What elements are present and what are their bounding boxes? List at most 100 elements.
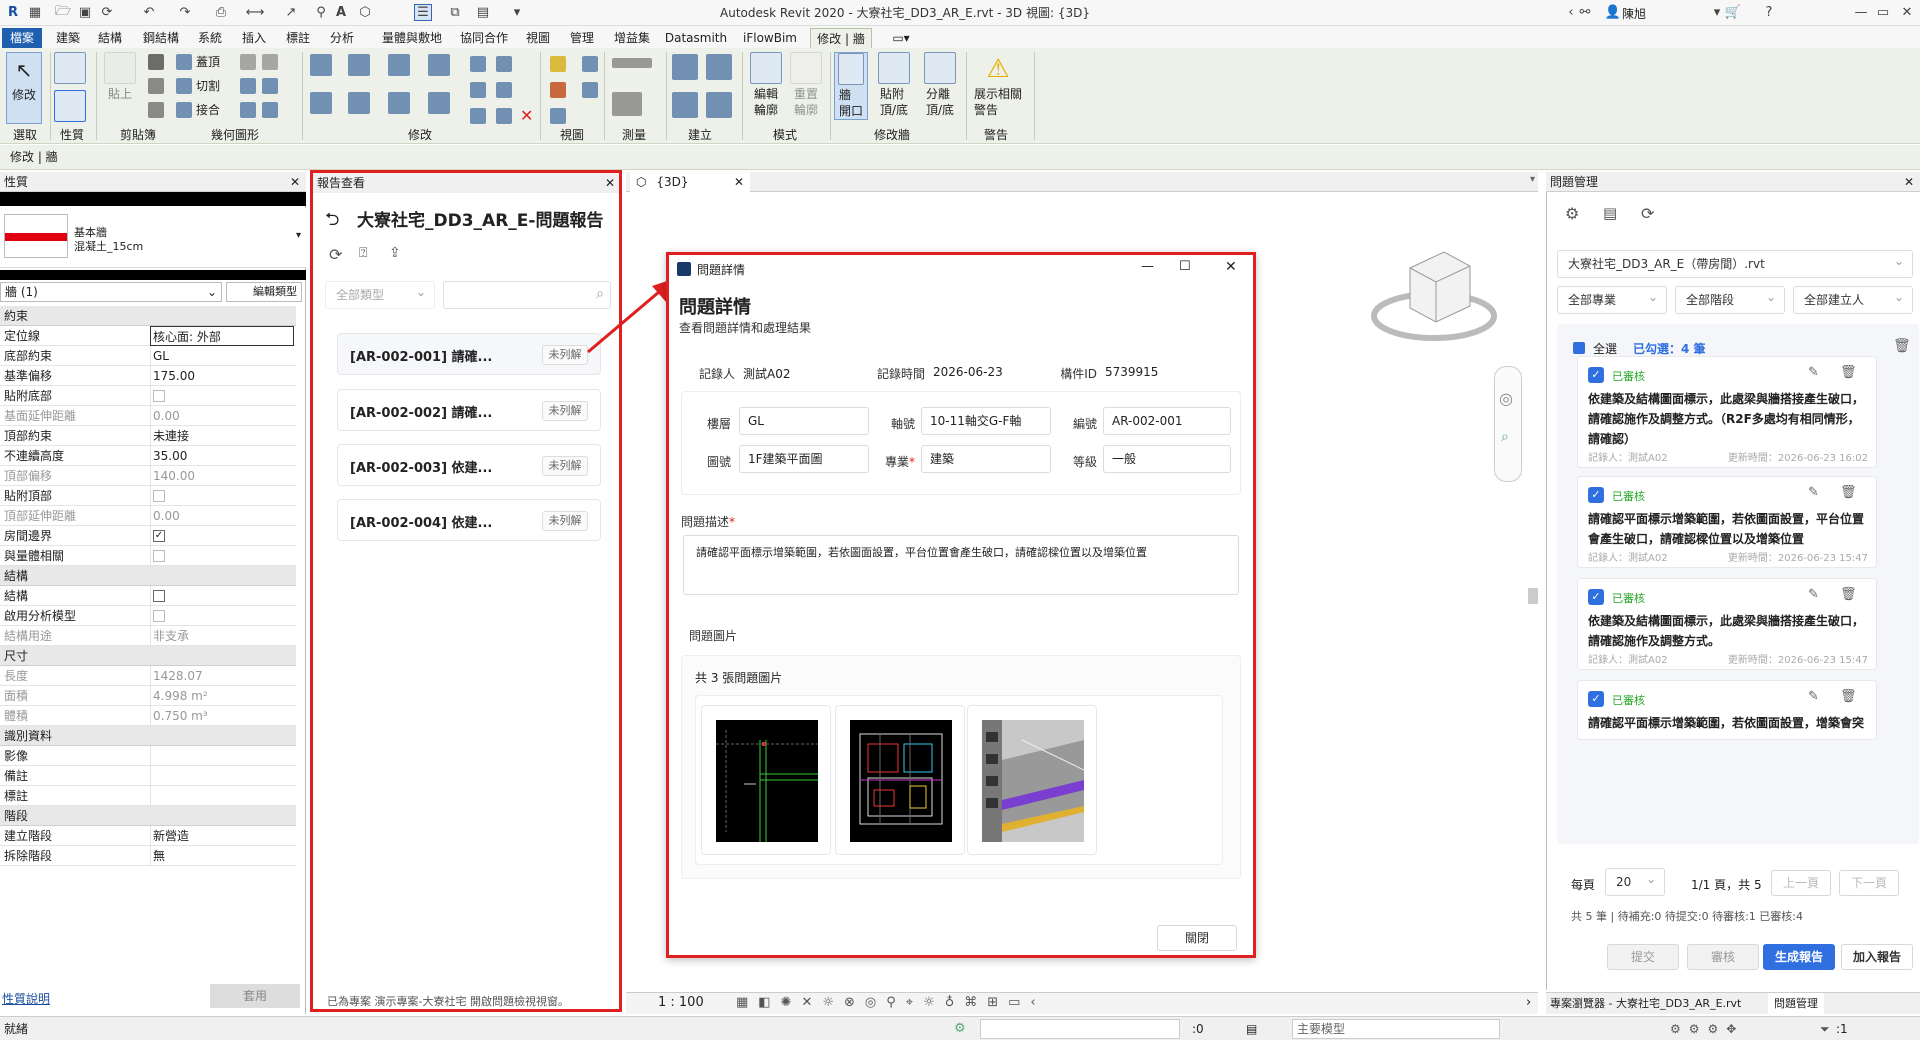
vertical-scrollbar[interactable] (1528, 194, 1538, 992)
worksets-icon[interactable]: ⚙ (954, 1017, 966, 1041)
type-dropdown-icon[interactable]: ▾ (296, 230, 301, 241)
add-to-report-button[interactable]: 加入報告 (1841, 944, 1913, 970)
cope-icon[interactable] (176, 54, 192, 70)
view-tab-close-icon[interactable]: ✕ (734, 172, 744, 192)
minimize-button[interactable]: — (1852, 4, 1870, 21)
move-icon[interactable] (310, 92, 332, 114)
properties-button[interactable] (54, 90, 86, 124)
create-similar-icon[interactable] (706, 92, 732, 118)
align-icon[interactable] (310, 54, 332, 76)
property-value[interactable] (150, 586, 294, 606)
wall-joins-icon[interactable] (240, 78, 256, 94)
tab-architecture[interactable]: 建築 (50, 28, 86, 48)
user-icon[interactable]: 👤 (1604, 4, 1622, 21)
property-value[interactable]: 無 (150, 846, 294, 866)
undo-icon[interactable]: ↶ (140, 4, 158, 21)
create-parts-icon[interactable] (706, 54, 732, 80)
next-page-button[interactable]: 下一頁 (1839, 870, 1899, 896)
issue-card[interactable]: ✓ 已審核 ✎ 🗑 請確認平面標示增築範圍，若依圖面設置，平台位置會產生破口，請確認樑位… (1577, 476, 1877, 568)
report-item[interactable]: [AR-002-004] 依建... 未列解 (337, 499, 601, 541)
property-value[interactable]: 0.00 (150, 406, 294, 426)
steering-wheel-icon[interactable]: ◎ (1499, 389, 1513, 408)
restore-button[interactable]: ▭ (1874, 4, 1892, 21)
unpin-icon[interactable] (496, 108, 512, 124)
property-value[interactable]: GL (150, 346, 294, 366)
close-button[interactable]: ✕ (1898, 4, 1916, 21)
qat-dropdown-icon[interactable]: ▾ (508, 4, 526, 21)
tab-analyze[interactable]: 分析 (324, 28, 360, 48)
help-icon[interactable]: ? (1760, 4, 1778, 21)
3d-view-icon[interactable]: ⬡ (356, 4, 374, 21)
project-file-select[interactable]: 大寮社宅_DD3_AR_E（帶房間）.rvt (1557, 248, 1913, 278)
viewcube[interactable] (1364, 238, 1504, 362)
settings-icon[interactable]: ⚙ (1565, 204, 1579, 223)
reset-profile-button[interactable]: 重置 輪廓 (788, 52, 824, 118)
save-icon[interactable]: ▣ (76, 4, 94, 21)
property-value[interactable]: 1428.07 (150, 666, 294, 686)
property-checkbox[interactable] (153, 609, 165, 622)
floor-field[interactable]: GL (739, 407, 869, 435)
text-icon[interactable]: A (332, 4, 350, 21)
rotate-icon[interactable] (388, 92, 410, 114)
properties-section-header[interactable]: 階段 (0, 806, 296, 826)
generate-report-button[interactable]: 生成報告 (1763, 944, 1835, 970)
refresh-icon[interactable]: ⟳ (329, 245, 342, 264)
tab-view[interactable]: 視圖 (520, 28, 556, 48)
property-value[interactable]: 175.00 (150, 366, 294, 386)
scale-icon[interactable] (496, 82, 512, 98)
edit-issue-icon[interactable]: ✎ (1808, 485, 1819, 500)
mirror-draw-icon[interactable] (428, 54, 450, 76)
tab-addins[interactable]: 增益集 (608, 28, 656, 48)
property-value[interactable]: 未連接 (150, 426, 294, 446)
tab-collaborate[interactable]: 協同合作 (456, 28, 512, 48)
join-icon[interactable] (176, 102, 192, 118)
dialog-close-x[interactable]: ✕ (1225, 259, 1237, 275)
tab-systems[interactable]: 系統 (192, 28, 228, 48)
code-field[interactable]: AR-002-001 (1103, 407, 1231, 435)
properties-section-header[interactable]: 結構 (0, 566, 296, 586)
property-value[interactable] (150, 546, 294, 566)
tag-icon[interactable]: ⚲ (312, 4, 330, 21)
apply-button[interactable]: 套用 (210, 984, 300, 1008)
report-close-icon[interactable]: ✕ (605, 173, 615, 193)
delete-icon[interactable]: ✕ (520, 106, 533, 125)
paste-button[interactable]: 貼上 (102, 52, 138, 102)
property-value[interactable]: 核心面: 外部 (150, 326, 294, 346)
paint-bucket-icon[interactable] (240, 102, 256, 118)
property-value[interactable] (150, 486, 294, 506)
report-item[interactable]: [AR-002-001] 請確... 未列解 (337, 333, 601, 375)
tab-modify-wall[interactable]: 修改 | 牆 (810, 28, 872, 48)
detach-button[interactable]: 分離 頂/底 (918, 52, 962, 118)
dialog-close-button[interactable]: 關閉 (1157, 925, 1237, 951)
redo-icon[interactable]: ↷ (176, 4, 194, 21)
dialog-maximize-button[interactable]: ☐ (1179, 259, 1191, 274)
cart-icon[interactable]: 🛒 (1724, 4, 1742, 21)
cut-geometry-icon[interactable] (176, 78, 192, 94)
tab-datasmith[interactable]: Datasmith (664, 28, 728, 48)
design-options-icon[interactable]: ▤ (1246, 1017, 1257, 1041)
tab-steel[interactable]: 鋼結構 (136, 28, 186, 48)
submit-button[interactable]: 提交 (1607, 944, 1679, 970)
join-label[interactable]: 接合 (196, 102, 220, 118)
create-assembly-icon[interactable] (672, 54, 698, 80)
binoculars-icon[interactable]: ⚯ (1576, 4, 1594, 21)
property-checkbox[interactable] (153, 549, 165, 562)
property-value[interactable]: 35.00 (150, 446, 294, 466)
report-type-filter[interactable]: 全部類型 (325, 279, 435, 309)
back-icon[interactable]: ⮌ (325, 207, 339, 237)
create-group-icon[interactable] (672, 92, 698, 118)
property-value[interactable] (150, 786, 294, 806)
issue-checkbox[interactable]: ✓ (1588, 367, 1604, 383)
property-value[interactable]: 非支承 (150, 626, 294, 646)
issue-checkbox[interactable]: ✓ (1588, 691, 1604, 707)
recent-files-icon[interactable]: ▦ (26, 4, 44, 21)
specialty-field[interactable]: 建築 (921, 445, 1051, 473)
revit-logo-icon[interactable]: R (4, 4, 22, 21)
array-icon[interactable] (470, 82, 486, 98)
property-value[interactable] (150, 606, 294, 626)
sync-icon[interactable]: ⟳ (98, 4, 116, 21)
trim-icon[interactable] (428, 92, 450, 114)
user-name[interactable]: 陳旭 (1622, 5, 1646, 22)
dimension-icon[interactable]: ↗ (282, 4, 300, 21)
tab-extra-dropdown[interactable]: ▭▾ (886, 28, 916, 48)
